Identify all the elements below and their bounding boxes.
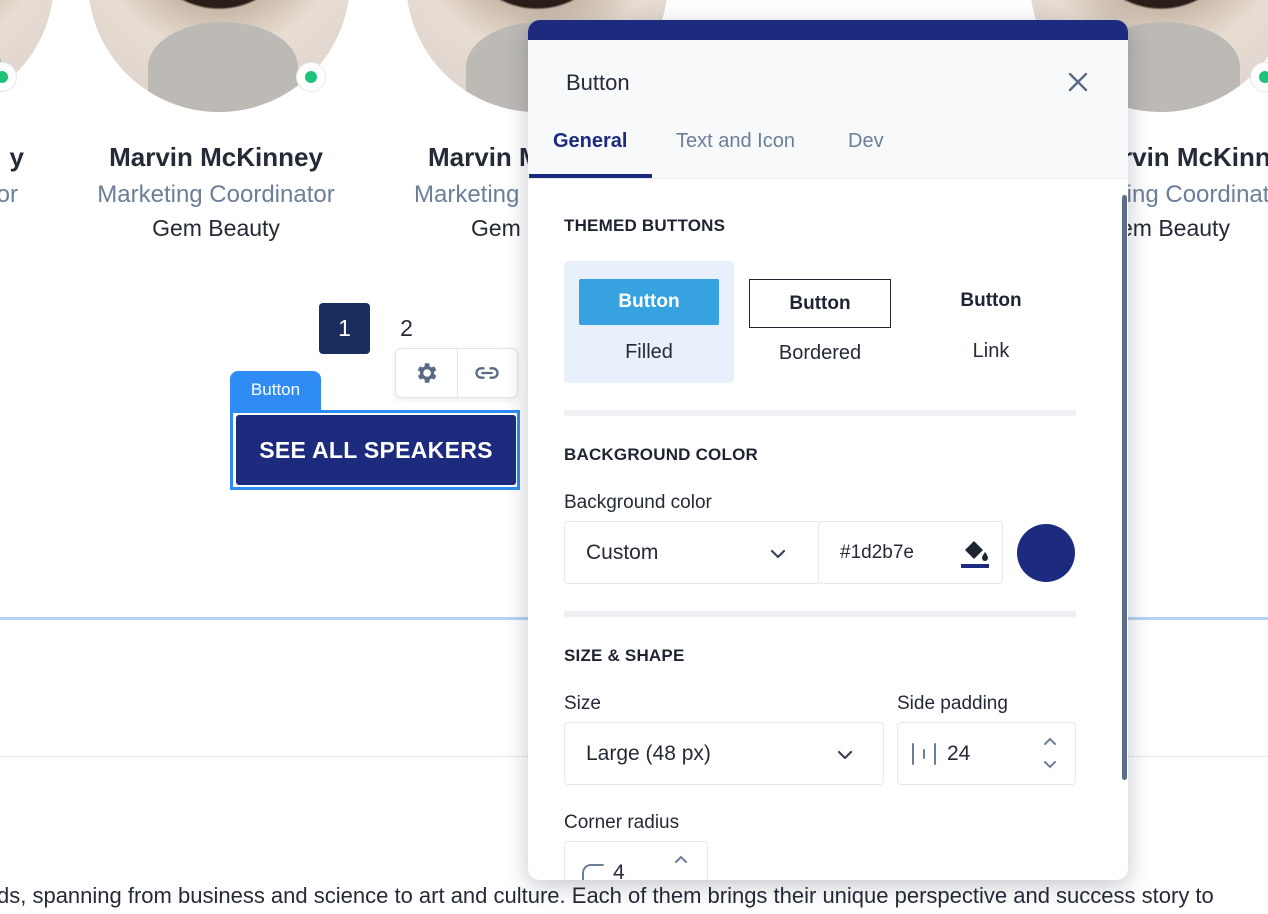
background-color-title: BACKGROUND COLOR xyxy=(564,445,758,464)
hex-color-input[interactable]: #1d2b7e xyxy=(818,521,1003,584)
section-separator xyxy=(564,611,1076,617)
speaker-photo xyxy=(88,0,350,112)
tab-dev[interactable]: Dev xyxy=(848,130,884,153)
panel-title: Button xyxy=(566,70,630,95)
close-icon xyxy=(1068,72,1088,92)
size-label: Size xyxy=(564,693,601,714)
page-button-1[interactable]: 1 xyxy=(319,303,370,354)
active-tab-indicator xyxy=(529,174,652,178)
section-separator xyxy=(564,410,1076,416)
link-icon xyxy=(475,367,499,379)
selection-tag[interactable]: Button xyxy=(230,371,321,411)
speaker-company: em Beauty xyxy=(1120,215,1230,241)
chevron-down-icon xyxy=(837,750,853,760)
stepper-down-icon[interactable] xyxy=(1042,759,1058,771)
corner-radius-stepper[interactable]: 4 xyxy=(564,841,708,880)
theme-option-filled[interactable]: Button Filled xyxy=(564,261,734,383)
intro-paragraph: ds, spanning from business and science t… xyxy=(0,883,1214,908)
color-swatch[interactable] xyxy=(1017,524,1075,582)
chevron-down-icon xyxy=(770,549,786,559)
online-status-icon xyxy=(296,62,326,92)
stepper-up-icon[interactable] xyxy=(1042,735,1058,747)
theme-preview-filled: Button xyxy=(579,279,719,325)
size-select[interactable]: Large (48 px) xyxy=(564,722,884,785)
element-toolbar xyxy=(395,348,518,398)
speaker-role: Marketing Coordinator xyxy=(97,181,335,208)
gear-icon xyxy=(418,363,437,383)
corner-radius-value: 4 xyxy=(613,861,625,880)
theme-caption-filled: Filled xyxy=(625,341,673,363)
speaker-name: Marvin McKinney xyxy=(109,142,323,172)
hex-color-value: #1d2b7e xyxy=(840,542,914,563)
color-mode-value: Custom xyxy=(586,541,659,564)
corner-radius-icon xyxy=(582,864,604,880)
speaker-photo xyxy=(0,0,54,112)
background-color-label: Background color xyxy=(564,492,712,513)
paint-bucket-icon[interactable] xyxy=(959,536,991,570)
settings-button[interactable] xyxy=(396,349,457,397)
tab-text-and-icon[interactable]: Text and Icon xyxy=(676,130,795,153)
online-status-icon xyxy=(1250,62,1268,92)
color-mode-select[interactable]: Custom xyxy=(564,521,820,584)
tab-general[interactable]: General xyxy=(553,130,627,153)
speaker-name: y xyxy=(9,142,24,172)
theme-caption-bordered: Bordered xyxy=(778,342,862,364)
speaker-name: rvin McKinne xyxy=(1122,142,1268,172)
theme-caption-link: Link xyxy=(972,340,1010,362)
side-padding-icon xyxy=(912,743,936,765)
theme-option-link[interactable]: Button xyxy=(921,290,1061,312)
panel-top-bar xyxy=(528,20,1128,40)
button-settings-panel: Button General Text and Icon Dev THEMED … xyxy=(528,20,1128,880)
side-padding-value: 24 xyxy=(947,742,971,765)
side-padding-label: Side padding xyxy=(897,693,1008,714)
stepper-up-icon[interactable] xyxy=(673,853,689,865)
speaker-company: Gem Beauty xyxy=(152,215,280,241)
speaker-role: or xyxy=(0,181,18,208)
corner-radius-label: Corner radius xyxy=(564,812,680,833)
side-padding-stepper[interactable]: 24 xyxy=(897,722,1076,785)
panel-header: Button General Text and Icon Dev xyxy=(528,40,1128,179)
panel-scrollbar[interactable] xyxy=(1122,195,1127,780)
link-button[interactable] xyxy=(456,349,518,397)
size-value: Large (48 px) xyxy=(586,742,711,765)
themed-buttons-title: THEMED BUTTONS xyxy=(564,216,726,235)
page: y or Marvin McKinney Marketing Coordinat… xyxy=(0,0,1268,914)
page-button-2[interactable]: 2 xyxy=(381,303,432,354)
see-all-speakers-button[interactable]: SEE ALL SPEAKERS xyxy=(236,415,516,485)
theme-option-bordered[interactable]: Button xyxy=(749,279,891,328)
size-shape-title: SIZE & SHAPE xyxy=(564,646,685,665)
speaker-role: ting Coordinat xyxy=(1120,181,1268,208)
close-button[interactable] xyxy=(1064,68,1092,96)
